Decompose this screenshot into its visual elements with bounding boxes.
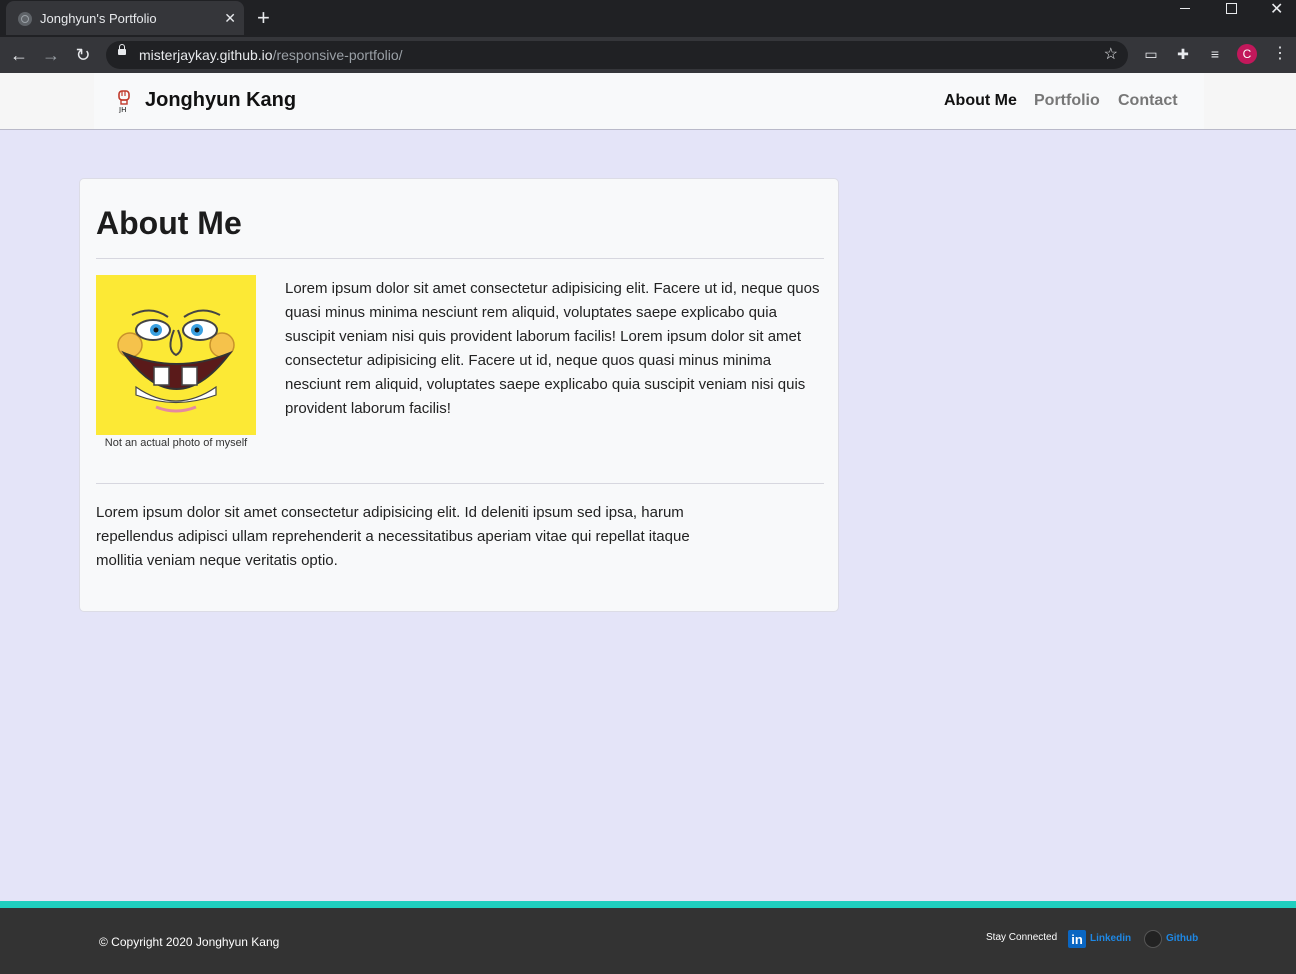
github-icon[interactable] [1144, 930, 1162, 948]
globe-icon [18, 12, 32, 26]
linkedin-link[interactable]: Linkedin [1090, 933, 1131, 944]
nav-about-me[interactable]: About Me [944, 92, 1017, 110]
stay-connected-label: Stay Connected [986, 932, 1058, 943]
nav-contact[interactable]: Contact [1118, 92, 1178, 110]
about-card: About Me Not an actual photo of myself L… [79, 178, 839, 612]
footer-accent-bar [0, 901, 1296, 908]
brand-name[interactable]: Jonghyun Kang [145, 89, 296, 112]
star-icon[interactable]: ☆ [1104, 44, 1118, 64]
site-navbar: JH Jonghyun Kang About Me Portfolio Cont… [0, 73, 1296, 130]
lock-icon [118, 44, 126, 55]
menu-dots-icon[interactable]: ⋮ [1272, 43, 1288, 63]
maximize-icon[interactable] [1208, 0, 1254, 30]
cast-icon[interactable]: ▭ [1142, 45, 1160, 63]
copyright-text: © Copyright 2020 Jonghyun Kang [99, 935, 280, 949]
linkedin-icon[interactable]: in [1068, 930, 1086, 948]
browser-toolbar: ← → ↻ misterjaykay.github.io/responsive-… [0, 37, 1296, 73]
browser-tab-bar: Jonghyun's Portfolio ✕ + ✕ [0, 0, 1296, 37]
back-arrow-icon[interactable]: ← [7, 43, 31, 67]
navbar-container: JH Jonghyun Kang About Me Portfolio Cont… [94, 73, 1204, 129]
browser-tab[interactable]: Jonghyun's Portfolio ✕ [6, 1, 244, 35]
nav-portfolio[interactable]: Portfolio [1034, 92, 1100, 110]
puzzle-icon[interactable]: ✚ [1174, 45, 1192, 63]
github-link[interactable]: Github [1166, 933, 1198, 944]
address-bar[interactable]: misterjaykay.github.io/responsive-portfo… [106, 41, 1128, 69]
fist-logo-icon[interactable]: JH [116, 89, 132, 113]
svg-text:JH: JH [118, 106, 126, 113]
reload-icon[interactable]: ↻ [71, 43, 95, 67]
window-close-icon[interactable]: ✕ [1254, 0, 1296, 30]
url-text[interactable]: misterjaykay.github.io/responsive-portfo… [139, 47, 403, 63]
minimize-icon[interactable] [1162, 0, 1208, 30]
photo-caption: Not an actual photo of myself [104, 437, 248, 449]
profile-photo [96, 275, 256, 435]
site-footer: © Copyright 2020 Jonghyun Kang Stay Conn… [0, 908, 1296, 974]
about-paragraph-2: Lorem ipsum dolor sit amet consectetur a… [96, 504, 690, 569]
plus-icon[interactable]: + [257, 6, 270, 30]
divider [96, 483, 824, 484]
forward-arrow-icon[interactable]: → [39, 43, 63, 67]
profile-avatar[interactable]: C [1237, 44, 1257, 64]
tab-title: Jonghyun's Portfolio [40, 11, 157, 26]
close-icon[interactable]: ✕ [224, 10, 236, 26]
about-paragraph-1: Lorem ipsum dolor sit amet consectetur a… [285, 280, 820, 417]
media-control-icon[interactable]: ≡ [1206, 45, 1224, 63]
page-title: About Me [96, 205, 242, 241]
divider [96, 258, 824, 259]
